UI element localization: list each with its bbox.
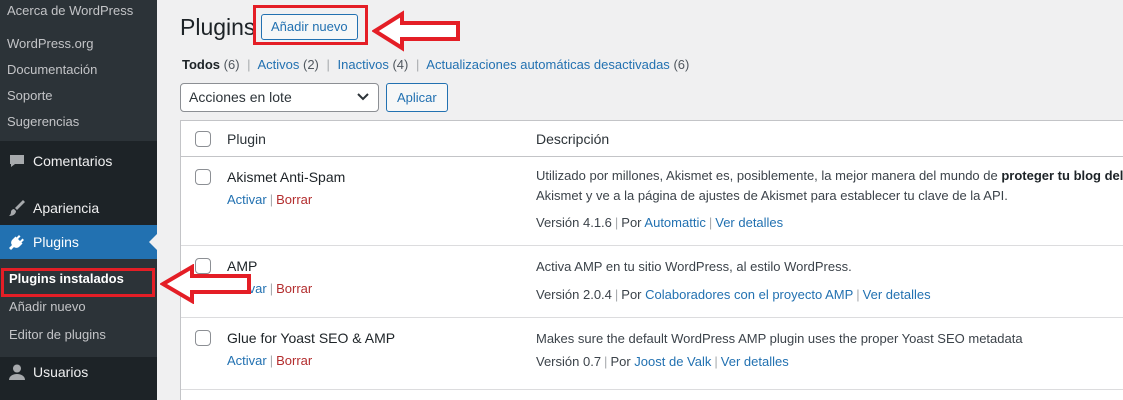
author-link[interactable]: Colaboradores con el proyecto AMP xyxy=(645,287,853,302)
plugin-description: Makes sure the default WordPress AMP plu… xyxy=(536,331,1023,346)
sidebar-item-label: Usuarios xyxy=(33,364,89,380)
chevron-down-icon xyxy=(357,93,369,101)
filter-all-count: (6) xyxy=(223,57,240,72)
filter-separator: | xyxy=(415,57,420,72)
sidebar-item-comments[interactable]: Comentarios xyxy=(0,141,157,181)
dashboard-submenu: Acerca de WordPress WordPress.org Docume… xyxy=(0,0,157,141)
plugin-version: Versión 4.1.6 xyxy=(536,215,612,230)
details-link[interactable]: Ver detalles xyxy=(863,287,931,302)
filter-auto-updates-disabled[interactable]: Actualizaciones automáticas desactivadas xyxy=(426,57,670,72)
sidebar-item-label: Comentarios xyxy=(33,153,113,169)
sidebar-subitem-add-new[interactable]: Añadir nuevo xyxy=(0,293,157,321)
sidebar-item-about[interactable]: Acerca de WordPress xyxy=(0,0,157,22)
row-actions: Activar|Borrar xyxy=(227,192,313,207)
plugin-version: Versión 0.7 xyxy=(536,354,602,369)
arrow-left-icon xyxy=(372,10,460,52)
table-header: Plugin Descripción xyxy=(181,121,1123,157)
plugin-version: Versión 2.0.4 xyxy=(536,287,612,302)
author-link[interactable]: Automattic xyxy=(644,215,705,230)
bulk-actions-value: Acciones en lote xyxy=(189,89,292,105)
main-content: Plugins Añadir nuevo Todos (6) | Activos… xyxy=(157,0,1123,400)
bulk-actions-select[interactable]: Acciones en lote xyxy=(180,83,379,112)
filter-active-count: (2) xyxy=(303,57,319,72)
table-row: Glue for Yoast SEO & AMP Activar | Borrar … xyxy=(181,318,1123,390)
column-header-description: Descripción xyxy=(536,131,610,147)
activate-link[interactable]: Activar xyxy=(227,353,267,368)
row-checkbox[interactable] xyxy=(195,330,211,346)
arrow-left-icon xyxy=(160,264,251,304)
brush-icon xyxy=(7,198,27,218)
sidebar-subitem-plugin-editor[interactable]: Editor de plugins xyxy=(0,321,157,349)
sidebar-item-label: Apariencia xyxy=(33,200,100,216)
sidebar-item-label: Plugins xyxy=(33,234,79,250)
sidebar-item-appearance[interactable]: Apariencia xyxy=(0,191,157,225)
table-row: Akismet Anti-Spam Activar | Borrar Utiliza… xyxy=(181,157,1123,246)
highlight-box-add-new xyxy=(253,5,368,45)
status-filters: Todos (6) | Activos (2) | Inactivos (4) … xyxy=(182,57,689,72)
apply-button[interactable]: Aplicar xyxy=(386,83,448,112)
plugin-description: Activa AMP en tu sitio WordPress, al est… xyxy=(536,259,852,274)
author-link[interactable]: Joost de Valk xyxy=(634,354,711,369)
user-icon xyxy=(7,362,27,382)
delete-link[interactable]: Borrar xyxy=(276,192,312,207)
plugin-description: Utilizado por millones, Akismet es, posi… xyxy=(536,168,1123,203)
admin-sidebar: Acerca de WordPress WordPress.org Docume… xyxy=(0,0,157,400)
plugins-table: Plugin Descripción Akismet Anti-Spam Act… xyxy=(180,120,1123,400)
filter-inactive-count: (4) xyxy=(392,57,409,72)
column-header-plugin: Plugin xyxy=(227,131,266,147)
sidebar-item-documentation[interactable]: Documentación xyxy=(0,57,157,83)
details-link[interactable]: Ver detalles xyxy=(721,354,789,369)
plugin-name: Akismet Anti-Spam xyxy=(227,169,346,185)
highlight-box-installed-plugins xyxy=(1,268,155,297)
table-row: AMP Activar|Borrar Activa AMP en tu siti… xyxy=(181,246,1123,318)
comment-icon xyxy=(7,151,27,171)
delete-link[interactable]: Borrar xyxy=(276,281,312,296)
filter-auto-updates-count: (6) xyxy=(673,57,690,72)
sidebar-item-users[interactable]: Usuarios xyxy=(0,357,157,387)
filter-separator: | xyxy=(326,57,330,72)
plug-icon xyxy=(7,232,27,252)
filter-separator: | xyxy=(247,57,251,72)
plugin-meta: Versión 4.1.6 | Por Automattic | Ver detalle… xyxy=(536,215,784,230)
activate-link[interactable]: Activar xyxy=(227,192,267,207)
sidebar-item-plugins[interactable]: Plugins xyxy=(0,225,157,259)
sidebar-item-suggestions[interactable]: Sugerencias xyxy=(0,109,157,135)
sidebar-item-wordpress-org[interactable]: WordPress.org xyxy=(0,31,157,57)
filter-inactive[interactable]: Inactivos xyxy=(338,57,389,72)
row-actions: Activar|Borrar xyxy=(227,353,313,368)
plugin-name: Glue for Yoast SEO & AMP xyxy=(227,330,396,346)
filter-all[interactable]: Todos xyxy=(182,57,220,72)
plugin-meta: Versión 0.7 | Por Joost de Valk | Ver detall… xyxy=(536,354,789,369)
filter-active[interactable]: Activos xyxy=(257,57,299,72)
page-title: Plugins xyxy=(180,14,256,40)
delete-link[interactable]: Borrar xyxy=(276,353,312,368)
select-all-checkbox[interactable] xyxy=(195,131,211,147)
details-link[interactable]: Ver detalles xyxy=(715,215,783,230)
row-checkbox[interactable] xyxy=(195,169,211,185)
plugin-meta: Versión 2.0.4 | Por Colaboradores con el p… xyxy=(536,287,931,302)
sidebar-item-support[interactable]: Soporte xyxy=(0,83,157,109)
